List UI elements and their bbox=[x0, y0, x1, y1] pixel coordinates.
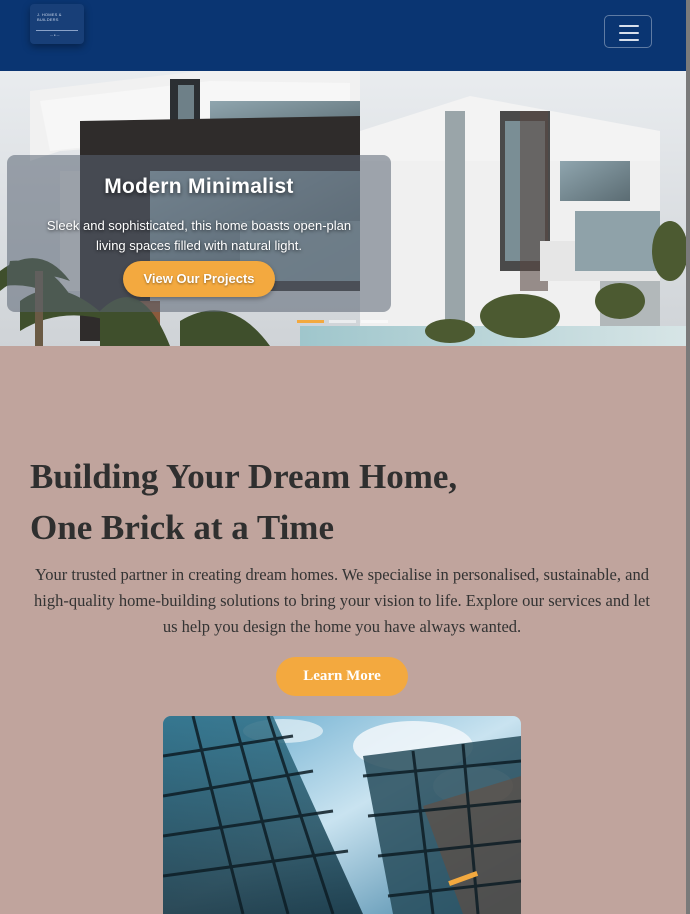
logo-text: J. HOMES & BUILDERS bbox=[37, 12, 62, 22]
hero-carousel: Modern Minimalist Sleek and sophisticate… bbox=[0, 71, 686, 346]
carousel-caption-text: Sleek and sophisticated, this home boast… bbox=[46, 218, 352, 253]
carousel-caption-title: Modern Minimalist bbox=[104, 175, 294, 198]
navbar-toggler-button[interactable] bbox=[604, 15, 652, 48]
carousel-indicator-2[interactable] bbox=[329, 320, 356, 323]
heading-line-2: One Brick at a Time bbox=[30, 508, 334, 547]
skyscraper-image bbox=[163, 716, 521, 914]
navbar: J. HOMES & BUILDERS — ● — bbox=[0, 0, 686, 71]
heading-line-1: Building Your Dream Home, bbox=[30, 457, 458, 496]
carousel-indicator-3[interactable] bbox=[361, 320, 388, 323]
view-projects-button[interactable]: View Our Projects bbox=[123, 261, 275, 297]
section-lead-text: Your trusted partner in creating dream h… bbox=[34, 565, 650, 636]
carousel-indicator-1[interactable] bbox=[297, 320, 324, 323]
glass-building-graphic bbox=[163, 716, 521, 914]
logo-subtext: — ● — bbox=[50, 33, 60, 37]
brand-logo[interactable]: J. HOMES & BUILDERS — ● — bbox=[30, 4, 84, 44]
page-edge bbox=[686, 0, 690, 914]
logo-divider bbox=[36, 30, 78, 31]
section-heading: Building Your Dream Home, One Brick at a… bbox=[30, 451, 670, 553]
learn-more-button[interactable]: Learn More bbox=[276, 657, 408, 696]
